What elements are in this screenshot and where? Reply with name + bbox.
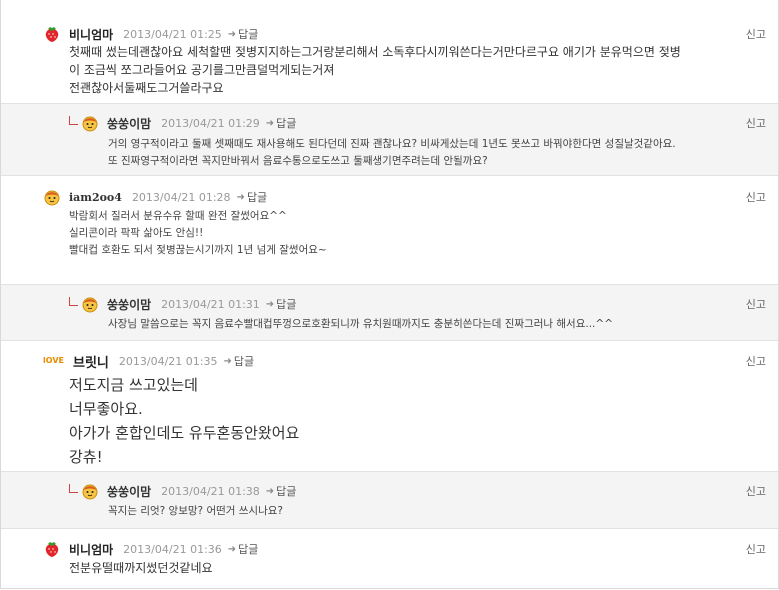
report-button[interactable]: 신고	[746, 353, 766, 369]
comment: 비니엄마 2013/04/21 01:36 ➜ 답글 신고 전분유떨때까지썼던것같…	[1, 528, 778, 589]
reply-arrow-icon: ➜	[265, 485, 275, 497]
report-button[interactable]: 신고	[746, 541, 766, 557]
comment-body: 저도지금 쓰고있는데 너무좋아요. 아가가 혼합인데도 유두혼동안왔어요 강츄!	[69, 376, 300, 466]
reply-arrow-icon: ➜	[227, 28, 237, 40]
reply-arrow-icon: ➜	[236, 191, 245, 203]
author-nickname[interactable]: 쑹쑹이맘	[107, 115, 151, 132]
reply-arrow-icon: ➜	[265, 298, 275, 310]
report-button[interactable]: 신고	[746, 189, 766, 205]
author-nickname[interactable]: iam2oo4	[69, 191, 122, 204]
comment: lOVE 브릿니 2013/04/21 01:35 ➜ 답글 신고 저도지금 쓰고…	[1, 340, 778, 472]
reply-button[interactable]: ➜ 답글	[224, 353, 255, 369]
comment-body: 거의 영구적이라고 둘째 셋째때도 재사용해도 된다던데 진짜 괜찮나요? 비싸…	[108, 138, 676, 167]
reply-comment: 쑹쑹이맘 2013/04/21 01:31 ➜ 답글 신고 사장님 말씀으로는 꼭…	[1, 284, 778, 341]
comment-body: 박람회서 질러서 분유수유 할때 완전 잘썼어요^^ 실리콘이라 팍팍 삶아도 …	[69, 210, 327, 256]
reply-comment: 쑹쑹이맘 2013/04/21 01:38 ➜ 답글 신고 꼭지는 리엇? 앙보망…	[1, 471, 778, 529]
reply-button[interactable]: ➜ 답글	[228, 541, 259, 557]
report-button[interactable]: 신고	[746, 483, 766, 499]
author-nickname[interactable]: 브릿니	[73, 352, 109, 371]
reply-arrow-icon: ➜	[223, 355, 232, 367]
comment: 비니엄마 2013/04/21 01:25 ➜ 답글 신고 첫째때 썼는데괜찮아요…	[1, 15, 778, 103]
comment-body: 사장님 말씀으로는 꼭지 음료수빨대컵뚜껑으로호환되니까 유치원때까지도 충분히…	[108, 318, 613, 330]
comment-body: 꼭지는 리엇? 앙보망? 어떤거 쓰시나요?	[108, 505, 283, 517]
comment-date: 2013/04/21 01:38	[161, 484, 260, 498]
mascot-icon	[81, 114, 99, 132]
reply-button[interactable]: ➜ 답글	[237, 189, 268, 205]
mascot-icon	[81, 482, 99, 500]
author-nickname[interactable]: 쑹쑹이맘	[107, 483, 151, 500]
reply-button[interactable]: ➜ 답글	[266, 296, 297, 312]
author-nickname[interactable]: 비니엄마	[69, 541, 113, 558]
comment-date: 2013/04/21 01:36	[123, 542, 222, 556]
comment-date: 2013/04/21 01:35	[118, 354, 218, 368]
report-button[interactable]: 신고	[746, 296, 766, 312]
reply-branch-icon	[69, 116, 78, 125]
reply-branch-icon	[69, 297, 78, 306]
mascot-icon	[81, 295, 99, 313]
comment-list: 비니엄마 2013/04/21 01:25 ➜ 답글 신고 첫째때 썼는데괜찮아요…	[0, 0, 779, 589]
reply-button[interactable]: ➜ 답글	[266, 483, 297, 499]
report-button[interactable]: 신고	[746, 26, 766, 42]
report-button[interactable]: 신고	[746, 115, 766, 131]
comment-body: 전분유떨때까지썼던것같네요	[69, 561, 213, 575]
love-badge-icon: lOVE	[43, 356, 64, 365]
comment-date: 2013/04/21 01:31	[161, 297, 260, 311]
strawberry-icon	[43, 540, 61, 558]
comment: iam2oo4 2013/04/21 01:28 ➜ 답글 신고 박람회서 질러서…	[1, 175, 778, 285]
reply-arrow-icon: ➜	[227, 543, 237, 555]
reply-button[interactable]: ➜ 답글	[266, 115, 297, 131]
reply-comment: 쑹쑹이맘 2013/04/21 01:29 ➜ 답글 신고 거의 영구적이라고 둘…	[1, 103, 778, 176]
mascot-icon	[43, 188, 61, 206]
author-nickname[interactable]: 비니엄마	[69, 26, 113, 43]
reply-button[interactable]: ➜ 답글	[228, 26, 259, 42]
comment-body: 첫째때 썼는데괜찮아요 세척할땐 젖병지지하는그거랑분리해서 소독후다시끼워쓴다…	[69, 45, 681, 95]
reply-arrow-icon: ➜	[265, 117, 275, 129]
comment-date: 2013/04/21 01:28	[131, 190, 231, 204]
strawberry-icon	[43, 25, 61, 43]
reply-branch-icon	[69, 484, 78, 493]
author-nickname[interactable]: 쑹쑹이맘	[107, 296, 151, 313]
comment-date: 2013/04/21 01:29	[161, 116, 260, 130]
comment-date: 2013/04/21 01:25	[123, 27, 222, 41]
